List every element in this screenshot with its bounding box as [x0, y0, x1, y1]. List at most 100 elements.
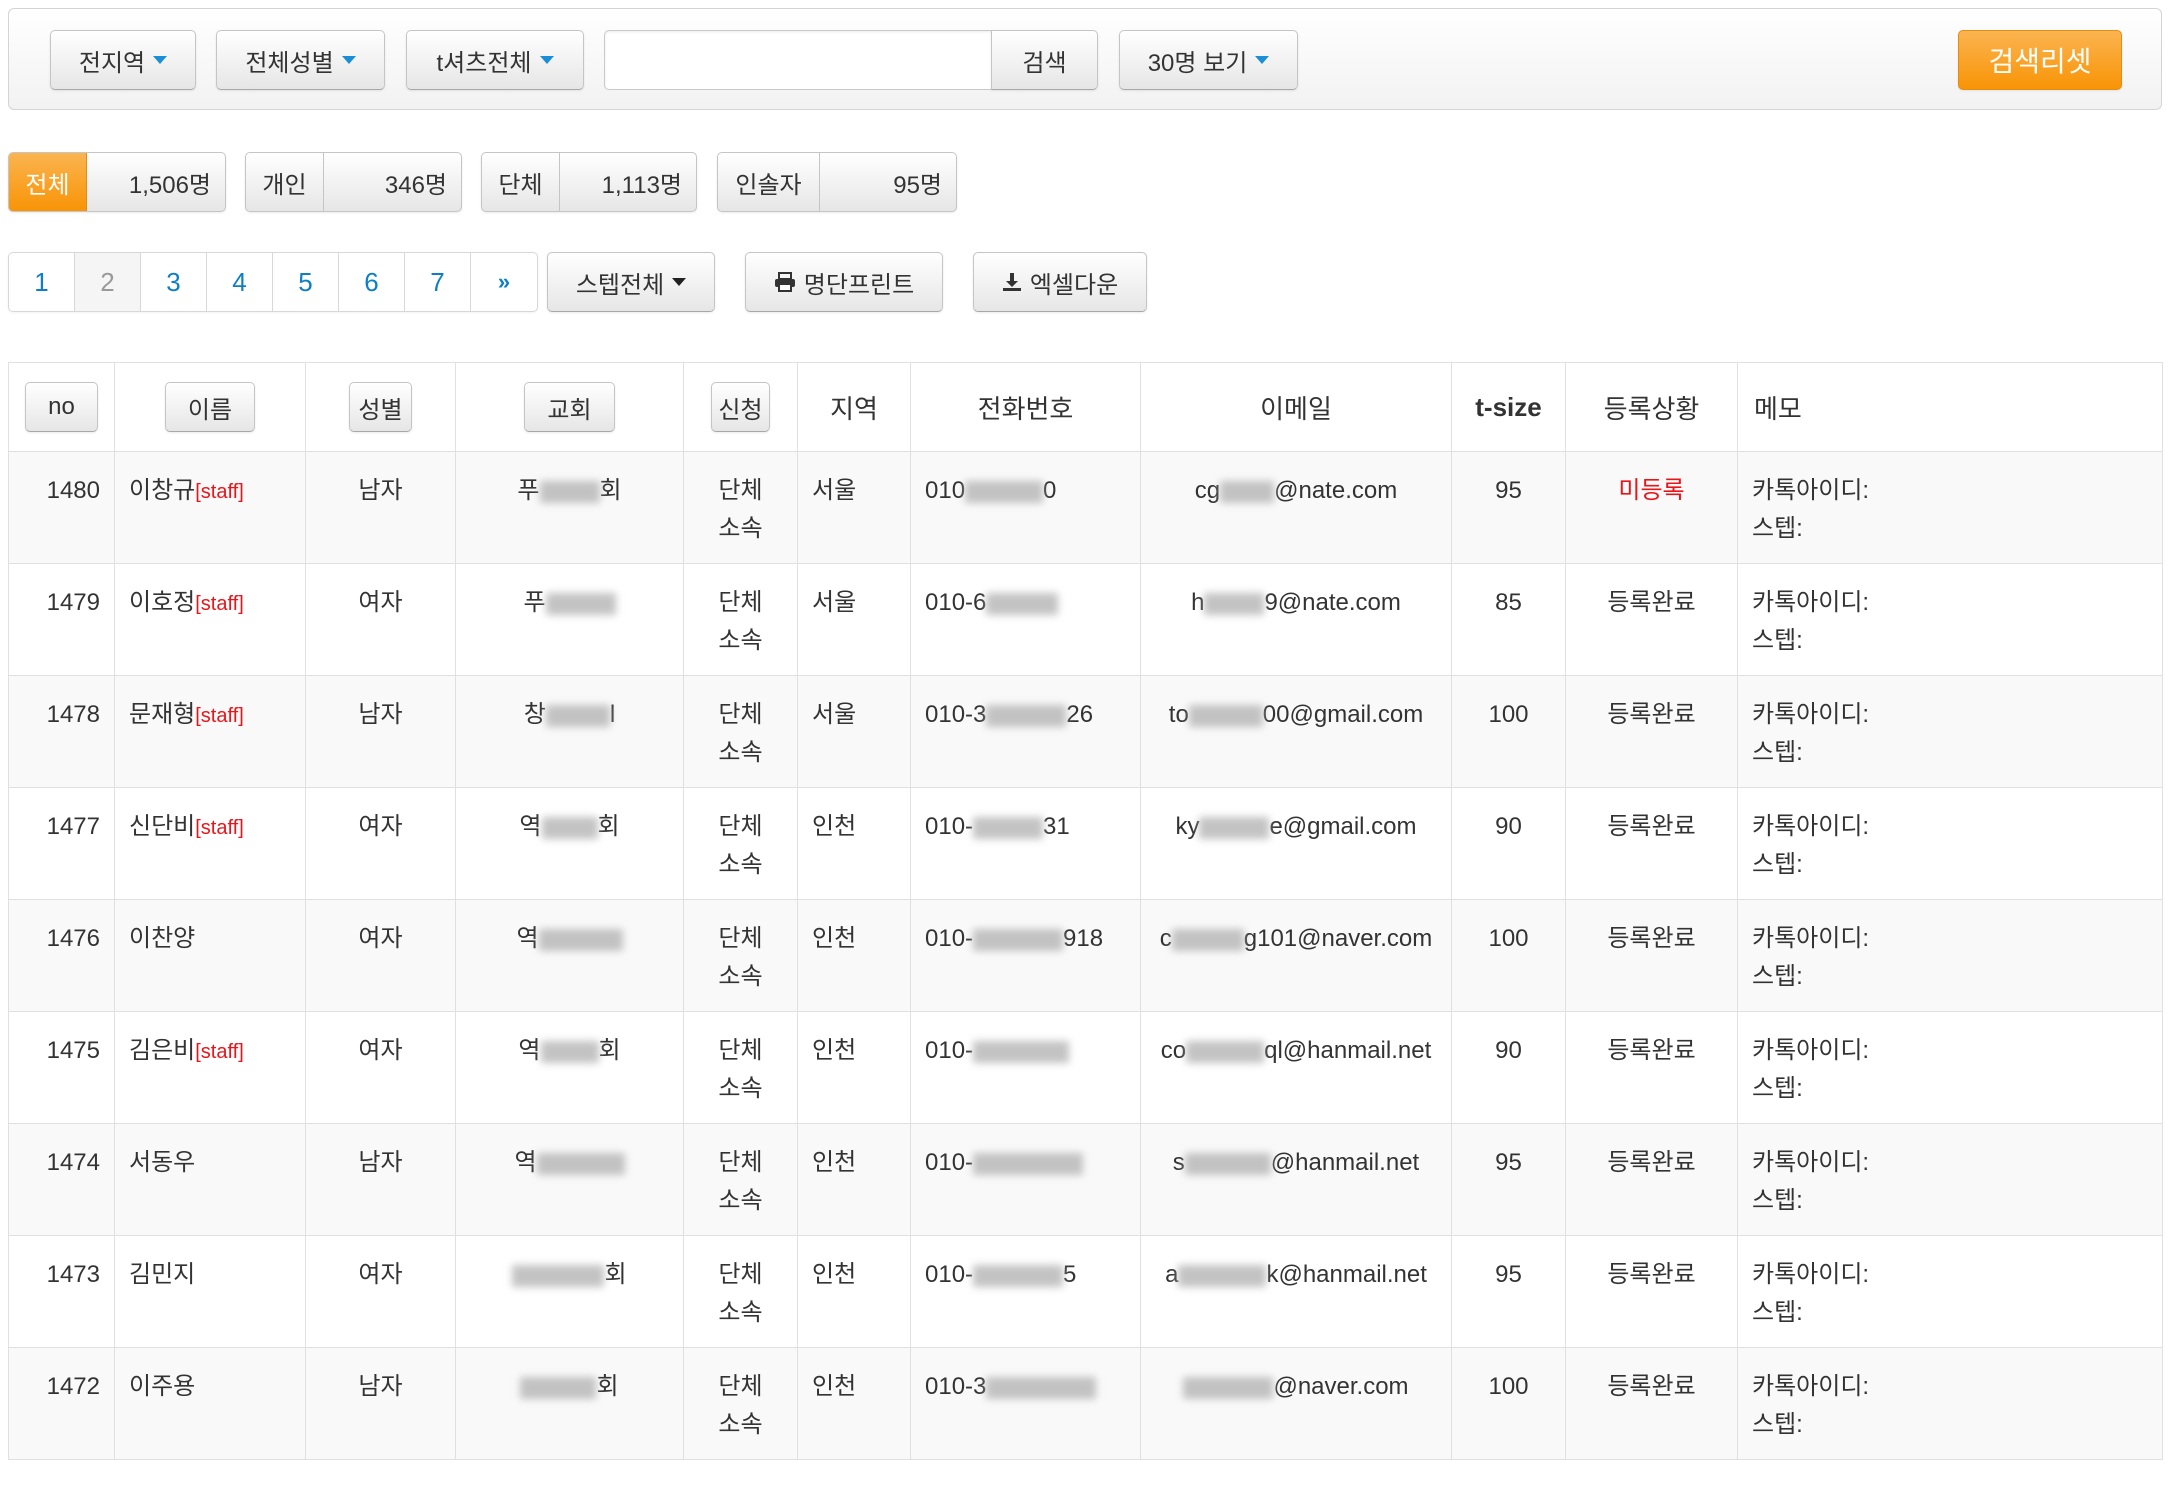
stat-leader-count: 95명	[893, 171, 942, 199]
page-link[interactable]: 6	[339, 253, 405, 311]
redacted-blur	[1188, 704, 1263, 727]
phone-text-end: 918	[1063, 925, 1104, 952]
per-page-dropdown[interactable]: 30명 보기	[1119, 30, 1298, 90]
cell-no: 1473	[8, 1235, 115, 1348]
cell-region: 인천	[797, 1347, 911, 1460]
cell-phone: 010- 31	[910, 787, 1141, 900]
redacted-blur	[1183, 1376, 1274, 1399]
stat-group[interactable]: 단체 1,113명	[481, 152, 697, 212]
header-no: no	[8, 362, 115, 452]
table-row[interactable]: 1472 이주용 남자 회 단체 소속 인천 010-3 @naver.com 100 등록완료 카톡…	[8, 1347, 2163, 1460]
page-link[interactable]: 1	[9, 253, 75, 311]
stat-individual-count: 346명	[384, 171, 447, 199]
table-row[interactable]: 1474 서동우 남자 역 단체 소속 인천 010- s @hanmail.net 95 등록완료 카…	[8, 1123, 2163, 1236]
table-row[interactable]: 1475 김은비[staff] 여자 역 회 단체 소속 인천 010- co ql@hanmail…	[8, 1011, 2163, 1124]
tshirt-dropdown[interactable]: t셔츠전체	[406, 30, 584, 90]
cell-no: 1478	[8, 675, 115, 788]
status-badge: 미등록	[1618, 477, 1685, 504]
memo-step: 스텝:	[1752, 627, 1803, 654]
cell-memo: 카톡아이디: 스텝:	[1737, 899, 2163, 1012]
sort-name-button[interactable]: 이름	[164, 382, 256, 432]
cell-phone: 010-3 26	[910, 675, 1141, 788]
cell-no: 1476	[8, 899, 115, 1012]
email-text-end: @nate.com	[1274, 477, 1398, 504]
sort-apply-button[interactable]: 신청	[711, 382, 770, 432]
table-row[interactable]: 1478 문재형[staff] 남자 창 l 단체 소속 서울 010-3 26 to 00@gmai…	[8, 675, 2163, 788]
cell-phone: 010-	[910, 1123, 1141, 1236]
header-memo: 메모	[1737, 362, 2163, 452]
print-list-button[interactable]: 명단프린트	[745, 252, 943, 312]
name-text: 김은비	[129, 1037, 196, 1064]
tshirt-dropdown-label: t셔츠전체	[436, 49, 532, 77]
email-text-start: c	[1159, 925, 1172, 952]
search-button[interactable]: 검색	[991, 30, 1098, 90]
cell-memo: 카톡아이디: 스텝:	[1737, 1235, 2163, 1348]
header-phone: 전화번호	[910, 362, 1141, 452]
sort-gender-button[interactable]: 성별	[349, 382, 412, 432]
apply-affiliation: 소속	[718, 627, 763, 654]
cell-email: ky e@gmail.com	[1140, 787, 1452, 900]
apply-affiliation: 소속	[718, 1411, 763, 1438]
memo-kakao-id: 카톡아이디:	[1752, 1149, 1870, 1176]
table-row[interactable]: 1476 이찬양 여자 역 단체 소속 인천 010- 918 c g101@naver.com 10…	[8, 899, 2163, 1012]
stat-individual-label: 개인	[246, 153, 324, 211]
reset-search-button[interactable]: 검색리셋	[1958, 30, 2122, 90]
region-dropdown[interactable]: 전지역	[50, 30, 196, 90]
stat-leader[interactable]: 인솔자 95명	[717, 152, 957, 212]
memo-kakao-id: 카톡아이디:	[1752, 477, 1870, 504]
page-link[interactable]: 3	[141, 253, 207, 311]
header-tsize: t-size	[1451, 362, 1566, 452]
redacted-blur	[986, 592, 1059, 615]
table-row[interactable]: 1479 이호정[staff] 여자 푸 단체 소속 서울 010-6 h 9@nate.com 8…	[8, 563, 2163, 676]
apply-affiliation: 소속	[718, 851, 763, 878]
church-text-start: 창	[523, 701, 546, 728]
table-row[interactable]: 1473 김민지 여자 회 단체 소속 인천 010- 5 a k@hanmail.net 95 등록완…	[8, 1235, 2163, 1348]
cell-no: 1480	[8, 451, 115, 564]
sort-church-button[interactable]: 교회	[524, 382, 615, 432]
cell-name: 이찬양	[114, 899, 306, 1012]
cell-no: 1475	[8, 1011, 115, 1124]
gender-dropdown[interactable]: 전체성별	[216, 30, 385, 90]
excel-download-button[interactable]: 엑셀다운	[973, 252, 1147, 312]
reset-search-label: 검색리셋	[1988, 46, 2092, 77]
staff-tag: [staff]	[195, 481, 244, 503]
apply-affiliation: 소속	[718, 1187, 763, 1214]
registrant-table: no 이름 성별 교회 신청 지역 전화번호 이메일 t-size 등록상황 메…	[8, 362, 2163, 1460]
cell-no: 1472	[8, 1347, 115, 1460]
page-link[interactable]: 5	[273, 253, 339, 311]
cell-no: 1477	[8, 787, 115, 900]
stat-all[interactable]: 전체 1,506명	[8, 152, 226, 212]
name-text: 이찬양	[129, 925, 196, 952]
step-filter-dropdown[interactable]: 스텝전체	[547, 252, 715, 312]
cell-name: 김민지	[114, 1235, 306, 1348]
church-text-start: 역	[514, 1149, 537, 1176]
name-text: 문재형	[129, 701, 196, 728]
cell-status: 등록완료	[1565, 1235, 1738, 1348]
table-row[interactable]: 1477 신단비[staff] 여자 역 회 단체 소속 인천 010- 31 ky e@gmail.…	[8, 787, 2163, 900]
email-text-start: co	[1160, 1037, 1187, 1064]
page-link[interactable]: 4	[207, 253, 273, 311]
cell-email: c g101@naver.com	[1140, 899, 1452, 1012]
stat-individual[interactable]: 개인 346명	[245, 152, 462, 212]
name-text: 이호정	[129, 589, 196, 616]
sort-no-button[interactable]: no	[25, 382, 98, 432]
chevron-down-icon	[153, 56, 168, 64]
cell-gender: 여자	[305, 787, 456, 900]
search-input[interactable]	[604, 30, 992, 90]
cell-name: 이주용	[114, 1347, 306, 1460]
page-link[interactable]: 7	[405, 253, 471, 311]
next-page-link[interactable]: »	[471, 253, 537, 311]
church-text-end: l	[609, 701, 616, 728]
table-row[interactable]: 1480 이창규[staff] 남자 푸 회 단체 소속 서울 010 0 cg @nate.com 9…	[8, 451, 2163, 564]
page-link-current[interactable]: 2	[75, 253, 141, 311]
phone-text-end: 26	[1066, 701, 1094, 728]
apply-affiliation: 소속	[718, 1075, 763, 1102]
phone-text-start: 010-3	[925, 701, 987, 728]
status-badge: 등록완료	[1607, 589, 1696, 616]
church-text-start: 푸	[523, 589, 546, 616]
memo-step: 스텝:	[1752, 739, 1803, 766]
cell-tsize: 100	[1451, 899, 1566, 1012]
cell-status: 등록완료	[1565, 1347, 1738, 1460]
cell-region: 서울	[797, 451, 911, 564]
cell-apply: 단체 소속	[683, 1011, 798, 1124]
